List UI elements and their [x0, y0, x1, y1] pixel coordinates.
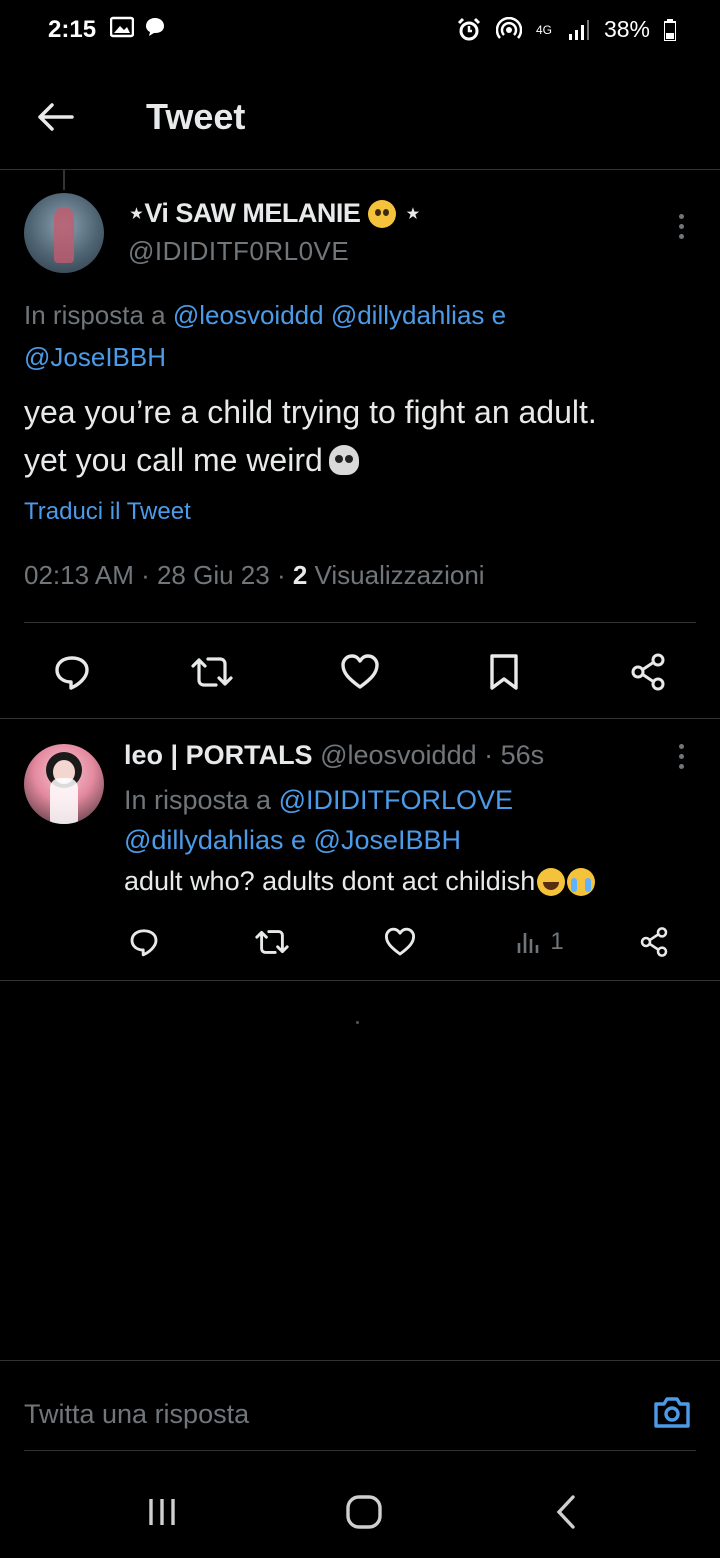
- skull-emoji-icon: [328, 445, 359, 475]
- reply-icon: [55, 656, 89, 690]
- reply-retweet-button[interactable]: [250, 922, 294, 962]
- pleading-face-emoji-icon: [368, 199, 397, 228]
- status-time: 2:15: [48, 16, 97, 43]
- avatar-figure: [50, 778, 78, 824]
- nav-home-button[interactable]: [334, 1482, 394, 1542]
- loading-dot: [356, 1021, 359, 1024]
- reply-views-button[interactable]: 1: [510, 922, 570, 962]
- views-label[interactable]: Visualizzazioni: [315, 560, 485, 590]
- bookmark-icon: [490, 654, 518, 690]
- author-name-suffix: ⋆: [404, 198, 421, 228]
- reply-icon: [130, 929, 158, 957]
- battery-icon: [664, 18, 676, 41]
- nav-recents-icon: [149, 1499, 175, 1525]
- reply-age: 56s: [500, 740, 545, 770]
- retweet-icon: [191, 657, 233, 687]
- camera-icon: [654, 1397, 690, 1428]
- more-icon: [678, 743, 684, 749]
- tweet-meta: 02:13 AM · 28 Giu 23 · 2 Visualizzazioni: [24, 560, 485, 590]
- reply-more-options-button[interactable]: [666, 734, 696, 778]
- author-display-name: ⋆Vi SAW MELANIE: [128, 198, 361, 228]
- reply-author-handle[interactable]: @leosvoiddd: [320, 740, 477, 770]
- divider: [0, 1360, 720, 1361]
- reply-share-button[interactable]: [634, 922, 674, 962]
- author-handle[interactable]: @IDIDITF0RL0VE: [128, 236, 349, 267]
- divider: [0, 980, 720, 981]
- reply-author-line: leo | PORTALS @leosvoiddd · 56s: [124, 740, 545, 770]
- camera-button[interactable]: [650, 1390, 694, 1434]
- header: Tweet: [0, 62, 720, 170]
- translate-link[interactable]: Traduci il Tweet: [24, 498, 191, 526]
- reply-context: In risposta a @IDIDITFORLOVE @dillydahli…: [124, 785, 514, 855]
- nav-back-button[interactable]: [536, 1482, 596, 1542]
- avatar-figure: [54, 207, 74, 263]
- mention-link[interactable]: @IDIDITFORLOVE: [279, 785, 513, 815]
- nav-home-icon: [346, 1495, 382, 1529]
- tweet-text: yea you’re a child trying to fight an ad…: [24, 394, 597, 478]
- hotspot-icon: [495, 16, 522, 39]
- retweet-button[interactable]: [186, 648, 238, 696]
- tweet-date: 28 Giu 23: [156, 560, 270, 590]
- reply-button[interactable]: [48, 648, 96, 696]
- reply-avatar[interactable]: [24, 744, 104, 824]
- reply-like-button[interactable]: [380, 922, 420, 962]
- status-system-icons: 4G 38%: [456, 16, 676, 43]
- divider: [0, 718, 720, 719]
- avatar[interactable]: [24, 193, 104, 273]
- share-icon: [640, 927, 668, 957]
- more-options-button[interactable]: [666, 204, 696, 248]
- views-icon: [518, 933, 539, 953]
- reply-views-count: 1: [550, 928, 564, 955]
- laughing-emoji-icon: [537, 867, 566, 896]
- signal-icon: [568, 19, 589, 40]
- mention-link[interactable]: @dillydahlias: [331, 300, 485, 330]
- status-bar: 2:15 4G 38%: [0, 0, 720, 62]
- nav-recents-button[interactable]: [132, 1482, 192, 1542]
- like-button[interactable]: [336, 648, 384, 696]
- system-nav-bar: [0, 1458, 720, 1558]
- page-title: Tweet: [146, 96, 246, 137]
- share-icon: [631, 653, 665, 691]
- reply-text: adult who? adults dont act childish: [124, 866, 714, 897]
- more-icon: [678, 213, 684, 219]
- like-icon: [384, 927, 416, 956]
- thread-connector: [63, 170, 65, 190]
- network-type: 4G: [535, 22, 552, 37]
- reply-reply-button[interactable]: [124, 922, 164, 962]
- share-button[interactable]: [624, 648, 672, 696]
- author-name[interactable]: ⋆Vi SAW MELANIE ⋆: [128, 198, 421, 229]
- status-notification-icons: [110, 16, 166, 38]
- divider: [24, 1450, 696, 1451]
- nav-back-icon: [556, 1495, 575, 1529]
- crying-emoji-icon: [567, 867, 596, 896]
- mention-link[interactable]: @JoseIBBH: [314, 825, 461, 855]
- views-count[interactable]: 2: [293, 560, 307, 590]
- battery-percentage: 38%: [603, 16, 650, 42]
- mention-link[interactable]: @leosvoiddd: [173, 300, 324, 330]
- gallery-icon: [110, 16, 134, 38]
- message-icon: [146, 18, 164, 36]
- reply-compose-input[interactable]: [24, 1390, 624, 1438]
- alarm-icon: [457, 17, 481, 40]
- back-button[interactable]: [30, 92, 80, 142]
- mention-link[interactable]: @dillydahlias: [124, 825, 283, 855]
- like-icon: [341, 654, 379, 689]
- tweet-time: 02:13 AM: [24, 560, 134, 590]
- back-arrow-icon: [38, 103, 74, 131]
- mention-link[interactable]: @JoseIBBH: [24, 342, 166, 372]
- reply-context: In risposta a @leosvoiddd @dillydahlias …: [24, 300, 507, 372]
- reply-author-name[interactable]: leo | PORTALS: [124, 740, 313, 770]
- retweet-icon: [255, 930, 289, 954]
- divider: [24, 622, 696, 623]
- bookmark-button[interactable]: [482, 648, 526, 696]
